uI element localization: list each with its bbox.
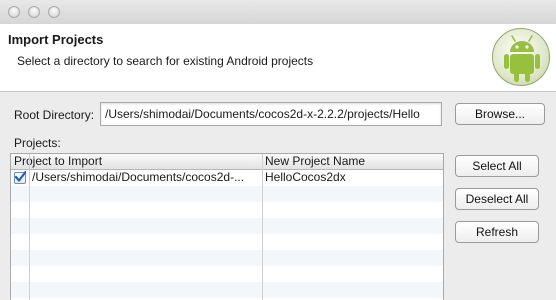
table-row	[11, 218, 443, 234]
column-header-project[interactable]: Project to Import	[14, 154, 102, 170]
checkmark-icon	[14, 171, 26, 182]
table-row	[11, 266, 443, 282]
zoom-window-button[interactable]	[48, 6, 60, 18]
root-directory-label: Root Directory:	[14, 108, 95, 122]
table-header: Project to Import New Project Name	[11, 154, 443, 170]
browse-button[interactable]: Browse...	[455, 103, 545, 125]
close-window-button[interactable]	[8, 6, 20, 18]
projects-table: Project to Import New Project Name /User…	[10, 153, 444, 300]
select-all-button[interactable]: Select All	[455, 155, 539, 177]
table-row	[11, 250, 443, 266]
project-checkbox[interactable]	[14, 171, 26, 184]
root-directory-input[interactable]: /Users/shimodai/Documents/cocos2d-x-2.2.…	[100, 102, 442, 126]
android-icon	[492, 28, 550, 86]
dialog-title: Import Projects	[8, 32, 104, 47]
project-name[interactable]: HelloCocos2dx	[265, 170, 443, 186]
refresh-button[interactable]: Refresh	[455, 221, 539, 243]
table-row	[11, 282, 443, 298]
table-row[interactable]: /Users/shimodai/Documents/cocos2d-... He…	[11, 170, 443, 186]
window-titlebar	[0, 0, 556, 24]
table-row	[11, 234, 443, 250]
column-divider	[29, 154, 30, 300]
column-header-new-name[interactable]: New Project Name	[265, 154, 365, 170]
dialog-description: Select a directory to search for existin…	[17, 54, 314, 68]
dialog-header: Import Projects Select a directory to se…	[0, 24, 556, 92]
project-path: /Users/shimodai/Documents/cocos2d-...	[32, 170, 245, 184]
projects-label: Projects:	[14, 136, 61, 150]
table-row	[11, 186, 443, 202]
minimize-window-button[interactable]	[28, 6, 40, 18]
deselect-all-button[interactable]: Deselect All	[455, 188, 539, 210]
table-row	[11, 202, 443, 218]
column-divider	[262, 154, 263, 300]
